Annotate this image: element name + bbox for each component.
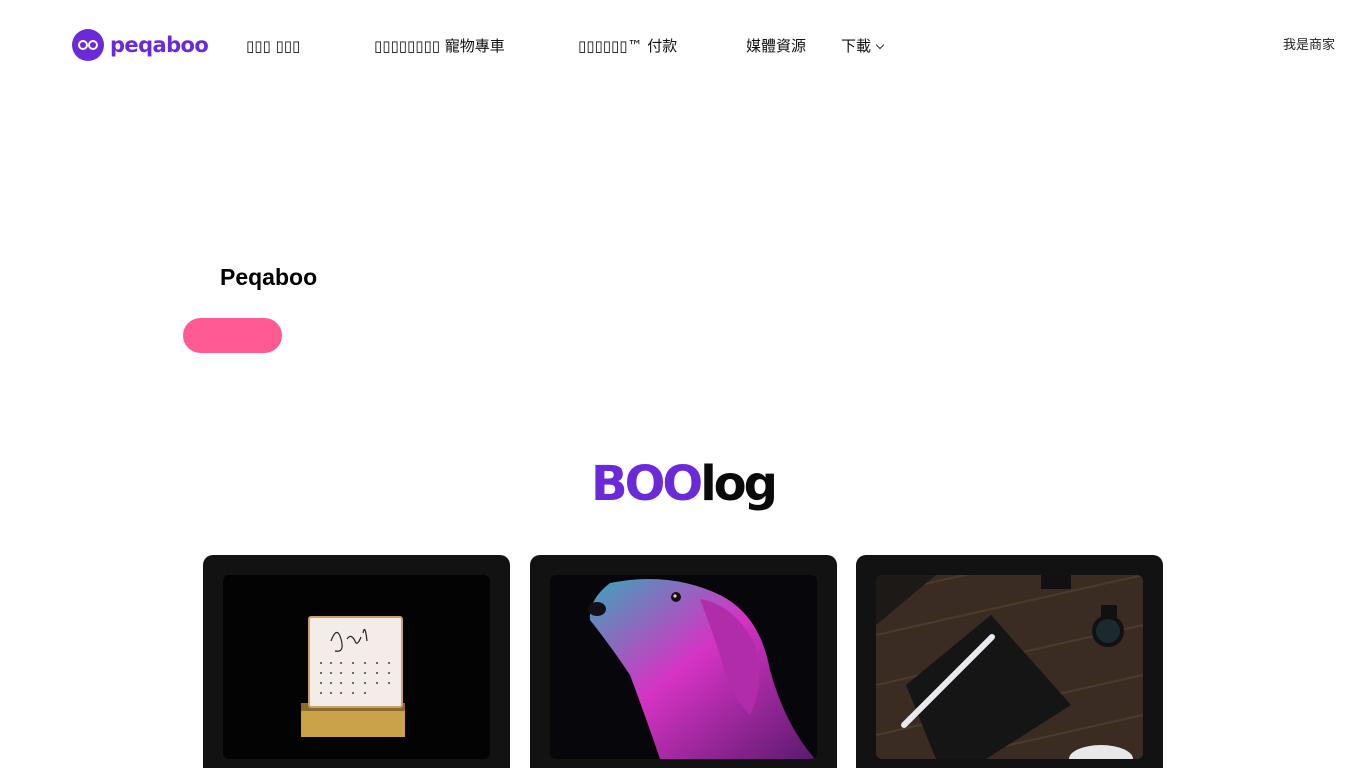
nav-item-pet-taxi[interactable]: ▯▯▯▯▯▯▯▯ 寵物專車 xyxy=(374,35,505,57)
hero-cta-button[interactable] xyxy=(183,318,282,353)
peqaboo-logo[interactable]: peqaboo xyxy=(72,29,209,61)
logo-text: peqaboo xyxy=(110,33,209,57)
nav-item-payment[interactable]: ▯▯▯▯▯▯™ 付款 xyxy=(578,35,677,57)
merchant-link[interactable]: 我是商家 xyxy=(1283,36,1335,56)
nav-download-label: 下載 xyxy=(841,37,872,55)
hero-title: Peqaboo xyxy=(220,264,318,290)
blog-card[interactable] xyxy=(856,555,1163,768)
neon-dog-photo xyxy=(550,575,817,759)
nav-item-media[interactable]: 媒體資源 xyxy=(746,35,806,57)
logo-eyes-icon xyxy=(72,29,104,61)
booblog-heading: BOOlog xyxy=(0,452,1366,516)
heading-boo: BOO xyxy=(591,456,703,512)
notebook-pen-photo xyxy=(876,575,1143,759)
nav-item-1[interactable]: ▯▯▯ ▯▯▯ xyxy=(246,35,300,57)
blog-card[interactable] xyxy=(203,555,510,768)
nav-item-download[interactable]: 下載 xyxy=(841,35,885,57)
heading-log: log xyxy=(700,456,778,512)
site-header: peqaboo ▯▯▯ ▯▯▯ ▯▯▯▯▯▯▯▯ 寵物專車 ▯▯▯▯▯▯™ 付款… xyxy=(0,0,1366,90)
calendar-photo xyxy=(223,575,490,759)
blog-card[interactable] xyxy=(530,555,837,768)
chevron-down-icon xyxy=(875,40,885,50)
